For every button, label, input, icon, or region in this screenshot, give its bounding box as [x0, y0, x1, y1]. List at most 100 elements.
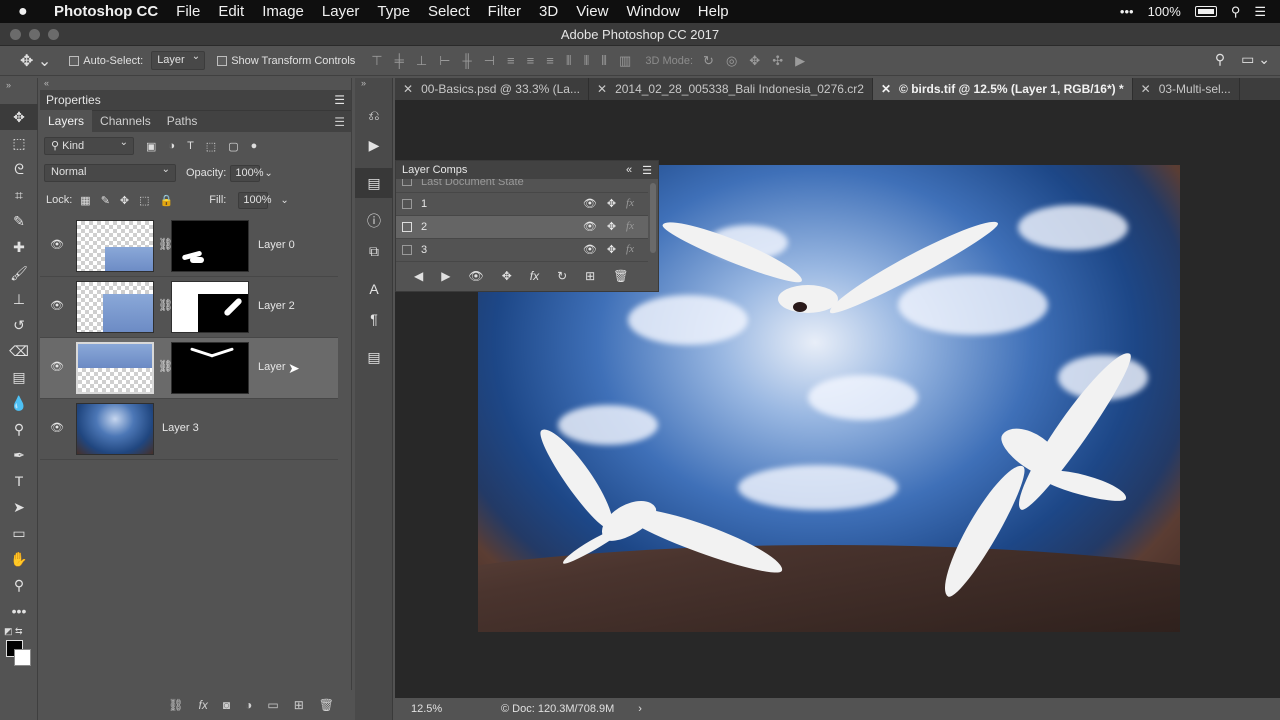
fill-field[interactable]: 100%: [238, 191, 272, 209]
workspace-icon[interactable]: ▭ ⌄: [1241, 51, 1270, 68]
spotlight-search-icon[interactable]: ⚲: [1231, 4, 1241, 20]
auto-select-checkbox[interactable]: Auto-Select:: [69, 55, 143, 67]
blur-tool-icon[interactable]: 💧: [0, 390, 38, 416]
eyedropper-tool-icon[interactable]: ✎: [0, 208, 38, 234]
path-selection-tool-icon[interactable]: ➤: [0, 494, 38, 520]
type-tool-icon[interactable]: T: [0, 468, 38, 494]
layer-thumbnail[interactable]: [76, 403, 154, 455]
show-transform-controls-checkbox[interactable]: Show Transform Controls: [217, 55, 355, 67]
new-adjustment-layer-icon[interactable]: ◑: [245, 698, 252, 712]
3d-roll-icon[interactable]: ◎: [726, 53, 737, 69]
menu-select[interactable]: Select: [428, 3, 470, 20]
collapse-panel-icon[interactable]: «: [626, 164, 632, 177]
auto-select-dropdown[interactable]: Layer: [151, 51, 206, 70]
align-right-icon[interactable]: ⊣: [484, 53, 495, 69]
strip-collapse-icon[interactable]: »: [355, 78, 392, 100]
apply-comp-checkbox[interactable]: [402, 199, 412, 209]
3d-scale-icon[interactable]: ▶: [795, 53, 805, 69]
menu-image[interactable]: Image: [262, 3, 304, 20]
lock-artboard-icon[interactable]: ⬚: [139, 194, 149, 207]
menu-filter[interactable]: Filter: [488, 3, 521, 20]
crop-tool-icon[interactable]: ⌗: [0, 182, 38, 208]
doc-tab[interactable]: ✕ 03-Multi-sel...: [1133, 78, 1240, 100]
visibility-eye-icon[interactable]: 👁: [583, 197, 597, 210]
lock-image-pixels-icon[interactable]: ✎: [101, 194, 110, 207]
align-top-icon[interactable]: ⊤: [371, 53, 382, 69]
layer-style-icon[interactable]: fx: [199, 698, 208, 712]
shape-filter-icon[interactable]: ⬚: [206, 140, 216, 153]
3d-orbit-icon[interactable]: ↻: [703, 53, 714, 69]
align-horizontal-center-icon[interactable]: ╫: [463, 53, 472, 69]
apple-menu-icon[interactable]: ●: [18, 3, 40, 21]
zoom-tool-icon[interactable]: ⚲: [0, 572, 38, 598]
hand-tool-icon[interactable]: ✋: [0, 546, 38, 572]
layer-mask-thumbnail[interactable]: [171, 281, 249, 333]
layer-name[interactable]: Layer: [258, 361, 286, 373]
menu-layer[interactable]: Layer: [322, 3, 360, 20]
filter-kind-dropdown[interactable]: ⚲ Kind: [44, 137, 134, 155]
link-layers-icon[interactable]: ⛓: [168, 698, 183, 712]
notification-center-icon[interactable]: ☰: [1254, 4, 1266, 20]
eraser-tool-icon[interactable]: ⌫: [0, 338, 38, 364]
distribute-right-icon[interactable]: ⦀: [601, 53, 607, 69]
new-group-icon[interactable]: ▭: [267, 698, 278, 712]
layer-comps-panel-icon[interactable]: ▤: [355, 168, 393, 198]
filter-toggle-icon[interactable]: ●: [251, 140, 258, 152]
position-icon[interactable]: ✥: [607, 243, 616, 256]
history-brush-tool-icon[interactable]: ↺: [0, 312, 38, 338]
layer-row[interactable]: 👁 ⛓ Layer 0: [40, 216, 338, 277]
add-mask-icon[interactable]: ◙: [223, 698, 230, 712]
layer-row[interactable]: 👁 Layer 3: [40, 399, 338, 460]
layer-name[interactable]: Layer 3: [162, 422, 199, 434]
default-colors-icon[interactable]: ◩ ⇆: [4, 626, 23, 637]
status-menu-chevron-icon[interactable]: ›: [638, 703, 642, 715]
distribute-center-icon[interactable]: ≡: [527, 53, 535, 69]
close-tab-icon[interactable]: ✕: [881, 82, 891, 96]
update-appearance-icon[interactable]: fx: [530, 269, 539, 283]
edit-toolbar-icon[interactable]: •••: [0, 598, 38, 624]
battery-icon[interactable]: [1194, 6, 1217, 17]
apply-comp-checkbox[interactable]: [402, 245, 412, 255]
close-tab-icon[interactable]: ✕: [597, 82, 607, 96]
search-icon[interactable]: ⚲: [1215, 51, 1225, 68]
toolbar-collapse-icon[interactable]: »: [0, 78, 37, 104]
3d-slide-icon[interactable]: ✣: [772, 53, 783, 69]
move-tool-icon[interactable]: ✥: [0, 104, 38, 130]
layer-name[interactable]: Layer 2: [258, 300, 295, 312]
dodge-tool-icon[interactable]: ⚲: [0, 416, 38, 442]
tab-channels[interactable]: Channels: [92, 110, 159, 132]
new-comp-icon[interactable]: ⊞: [585, 269, 595, 283]
pixel-filter-icon[interactable]: ▣: [146, 140, 156, 153]
layers-panel-menu-icon[interactable]: ☰: [334, 115, 345, 129]
app-menu[interactable]: Photoshop CC: [54, 3, 158, 20]
lock-position-icon[interactable]: ✥: [120, 194, 129, 207]
paragraph-panel-icon[interactable]: ¶: [355, 304, 393, 334]
lock-transparent-pixels-icon[interactable]: ▦: [80, 194, 90, 207]
new-layer-icon[interactable]: ⊞: [294, 698, 304, 712]
gradient-tool-icon[interactable]: ▤: [0, 364, 38, 390]
3d-pan-icon[interactable]: ✥: [749, 53, 760, 69]
layer-mask-thumbnail[interactable]: [171, 220, 249, 272]
visibility-eye-icon[interactable]: 👁: [50, 421, 64, 434]
appearance-fx-icon[interactable]: fx: [626, 220, 634, 233]
character-panel-icon[interactable]: A: [355, 274, 393, 304]
fill-dropdown-icon[interactable]: ⌄: [280, 195, 288, 206]
auto-align-icon[interactable]: ▥: [619, 53, 631, 69]
appearance-fx-icon[interactable]: fx: [626, 243, 634, 256]
opacity-dropdown-icon[interactable]: ⌄: [264, 168, 272, 179]
distribute-bottom-icon[interactable]: ≡: [546, 53, 554, 69]
menu-window[interactable]: Window: [626, 3, 679, 20]
distribute-middle-icon[interactable]: ⦀: [584, 53, 590, 69]
minimize-window-button[interactable]: [29, 29, 40, 40]
layer-thumbnail[interactable]: [76, 281, 154, 333]
adjustment-filter-icon[interactable]: ◑: [168, 140, 175, 152]
info-panel-icon[interactable]: ⓘ: [355, 206, 393, 236]
smart-object-filter-icon[interactable]: ▢: [228, 140, 238, 153]
close-window-button[interactable]: [10, 29, 21, 40]
clone-stamp-tool-icon[interactable]: ⊥: [0, 286, 38, 312]
blend-mode-dropdown[interactable]: Normal: [44, 164, 176, 182]
pen-tool-icon[interactable]: ✒: [0, 442, 38, 468]
visibility-eye-icon[interactable]: 👁: [50, 238, 64, 251]
layer-comp-row[interactable]: Last Document State: [396, 179, 648, 193]
menu-edit[interactable]: Edit: [218, 3, 244, 20]
